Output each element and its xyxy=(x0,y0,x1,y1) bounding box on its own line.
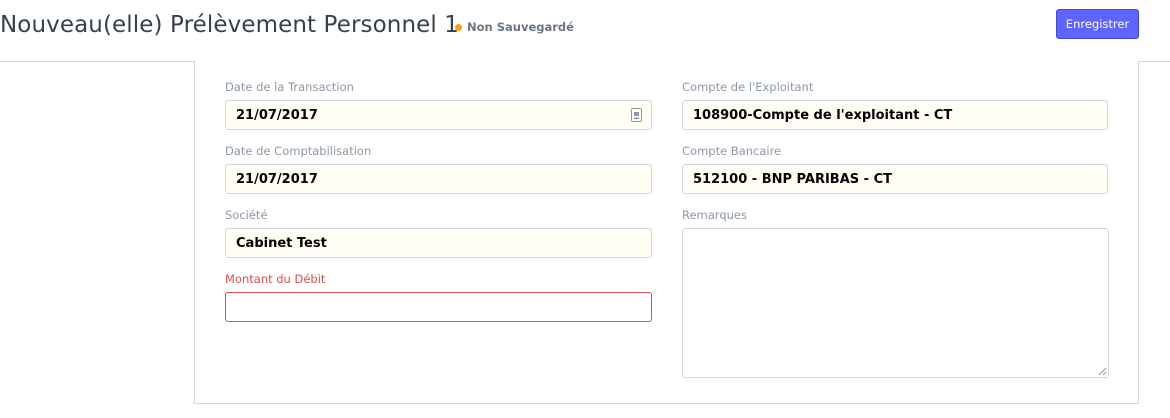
save-button[interactable]: Enregistrer xyxy=(1056,9,1139,39)
page-title: Nouveau(elle) Prélèvement Personnel 1 xyxy=(0,12,460,38)
bank-account-value: 512100 - BNP PARIBAS - CT xyxy=(693,171,892,187)
calendar-icon[interactable] xyxy=(631,108,642,122)
resize-grip-icon[interactable] xyxy=(1098,367,1107,376)
posting-date-field[interactable]: 21/07/2017 xyxy=(225,164,652,194)
debit-amount-field[interactable] xyxy=(225,292,652,322)
transaction-date-label: Date de la Transaction xyxy=(225,80,354,94)
operator-account-label: Compte de l'Exploitant xyxy=(682,80,814,94)
bank-account-label: Compte Bancaire xyxy=(682,144,782,158)
debit-amount-label: Montant du Débit xyxy=(225,272,326,286)
page-header: Nouveau(elle) Prélèvement Personnel 1 No… xyxy=(0,0,1170,62)
remarks-textarea[interactable] xyxy=(682,228,1109,378)
transaction-date-field[interactable]: 21/07/2017 xyxy=(225,100,652,130)
unsaved-indicator: Non Sauvegardé xyxy=(455,19,574,35)
posting-date-value: 21/07/2017 xyxy=(236,171,318,187)
company-value: Cabinet Test xyxy=(236,235,327,251)
posting-date-label: Date de Comptabilisation xyxy=(225,144,372,158)
operator-account-field[interactable]: 108900-Compte de l'exploitant - CT xyxy=(682,100,1108,130)
company-label: Société xyxy=(225,208,268,222)
company-field[interactable]: Cabinet Test xyxy=(225,228,652,258)
bank-account-field[interactable]: 512100 - BNP PARIBAS - CT xyxy=(682,164,1108,194)
status-dot-icon xyxy=(455,23,462,31)
operator-account-value: 108900-Compte de l'exploitant - CT xyxy=(693,107,953,123)
transaction-date-value: 21/07/2017 xyxy=(236,107,318,123)
status-text: Non Sauvegardé xyxy=(467,20,574,34)
remarks-label: Remarques xyxy=(682,208,747,222)
